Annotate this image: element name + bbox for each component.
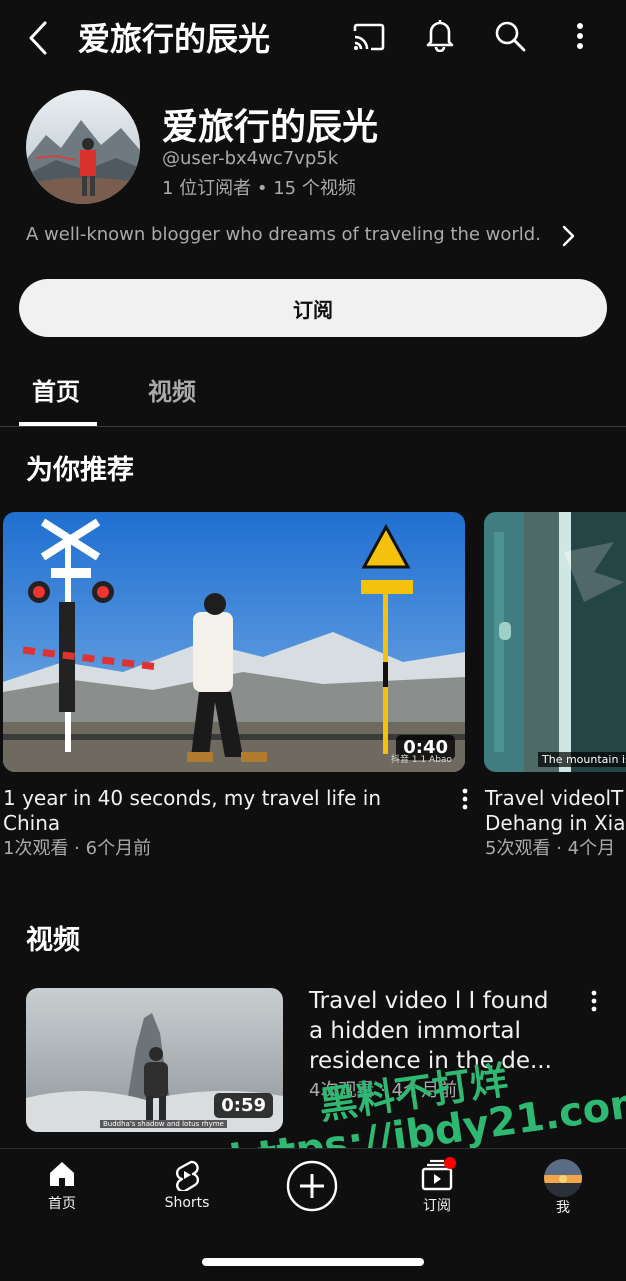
create-button[interactable] [262, 1159, 362, 1213]
cast-icon[interactable] [350, 20, 388, 54]
nav-label: 首页 [48, 1196, 76, 1212]
bell-icon[interactable] [422, 16, 458, 54]
create-icon [286, 1160, 338, 1212]
channel-name: 爱旅行的辰光 [162, 107, 379, 148]
section-title-videos: 视频 [26, 925, 80, 956]
video-title[interactable]: Travel videolT Dehang in Xia [485, 786, 626, 836]
channel-handle: @user-bx4wc7vp5k [162, 148, 339, 169]
channel-stats: 1 位订阅者 • 15 个视频 [162, 178, 356, 199]
video-thumbnail[interactable]: 0:59 Buddha's shadow and lotus rhyme [26, 988, 283, 1132]
video-title[interactable]: 1 year in 40 seconds, my travel life in … [3, 786, 413, 836]
thumbnail-caption: The mountain is [538, 752, 626, 767]
back-icon[interactable] [22, 18, 54, 58]
tab-home[interactable]: 首页 [32, 372, 80, 407]
notification-dot [444, 1157, 456, 1169]
channel-avatar[interactable] [26, 90, 140, 204]
nav-label: Shorts [164, 1195, 210, 1211]
chevron-right-icon[interactable] [560, 224, 580, 250]
nav-shorts[interactable]: Shorts [137, 1159, 237, 1211]
nav-label: 订阅 [423, 1198, 451, 1214]
more-icon[interactable] [458, 788, 472, 816]
nav-subscriptions[interactable]: 订阅 [387, 1157, 487, 1215]
tab-videos[interactable]: 视频 [148, 372, 196, 407]
more-icon[interactable] [568, 18, 592, 54]
nav-label: 我 [556, 1200, 570, 1216]
thumbnail-caption: Buddha's shadow and lotus rhyme [100, 1120, 227, 1128]
nav-home[interactable]: 首页 [12, 1159, 112, 1213]
video-duration: 0:59 [214, 1093, 273, 1118]
section-title-recommended: 为你推荐 [26, 455, 134, 486]
profile-avatar [544, 1159, 582, 1197]
video-meta: 5次观看 · 4个月 [485, 838, 616, 859]
shorts-icon [175, 1160, 200, 1191]
video-meta: 1次观看 · 6个月前 [3, 838, 152, 859]
search-icon[interactable] [492, 18, 528, 54]
page-title: 爱旅行的辰光 [78, 20, 271, 58]
thumbnail-caption: 抖音 1.1 Abao [391, 755, 452, 765]
more-icon[interactable] [587, 990, 601, 1018]
divider [0, 426, 626, 427]
channel-description[interactable]: A well-known blogger who dreams of trave… [26, 224, 566, 245]
top-bar: 爱旅行的辰光 [0, 0, 626, 76]
video-thumbnail[interactable]: 0:40 抖音 1.1 Abao [3, 512, 465, 772]
home-indicator [202, 1258, 424, 1266]
video-thumbnail[interactable]: The mountain is [484, 512, 626, 772]
subscribe-button[interactable]: 订阅 [19, 279, 607, 337]
home-icon [50, 1162, 74, 1186]
nav-you[interactable]: 我 [513, 1159, 613, 1217]
